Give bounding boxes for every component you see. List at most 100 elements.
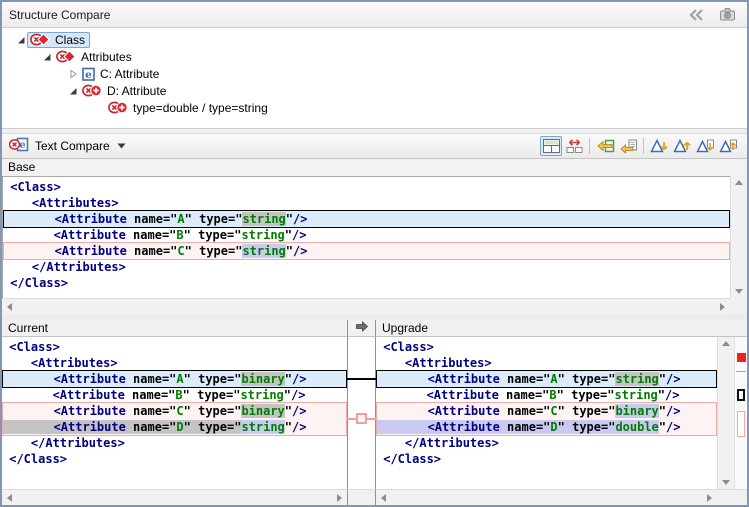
previous-difference-icon[interactable]	[671, 136, 693, 156]
tree-item-label: D: Attribute	[107, 84, 166, 98]
upgrade-editor[interactable]: <Class> <Attributes> <Attribute name="A"…	[376, 337, 717, 489]
scroll-left-arrow-icon[interactable]	[7, 303, 12, 311]
current-pane-label: Current	[8, 321, 48, 335]
text-compare-title: Text Compare	[35, 139, 110, 153]
code-line: <Class>	[2, 339, 347, 355]
code-line: </Attributes>	[2, 435, 347, 451]
diff-change-block: <Attribute name="C" type="binary"/> <Att…	[376, 402, 717, 436]
expander-icon[interactable]	[66, 69, 79, 79]
structure-compare-tree: Class Attributes e C: Attribute D: Attribute…	[2, 28, 747, 128]
code-line: <Attribute name="B" type="string"/>	[2, 387, 347, 403]
tree-indent	[2, 90, 66, 91]
code-line: <Attribute name="A" type="string"/>	[3, 210, 730, 228]
expander-icon[interactable]	[40, 52, 53, 62]
current-editor[interactable]: <Class> <Attributes> <Attribute name="A"…	[2, 337, 347, 489]
structure-compare-toolbar	[685, 5, 740, 25]
scroll-right-arrow-icon[interactable]	[337, 494, 342, 502]
code-line: <Attribute name="D" type="double"/>	[377, 419, 716, 435]
text-compare-toolbar: e Text Compare	[2, 133, 747, 159]
tree-item-content: e C: Attribute	[79, 66, 164, 82]
next-difference-icon[interactable]	[648, 136, 670, 156]
upgrade-horizontal-scrollbar[interactable]	[376, 489, 717, 505]
tree-item[interactable]: e C: Attribute	[2, 65, 747, 82]
tree-indent	[2, 39, 14, 40]
scroll-right-arrow-icon[interactable]	[720, 303, 725, 311]
structure-compare-title: Structure Compare	[9, 8, 110, 22]
copy-current-right-to-left-icon[interactable]	[617, 136, 639, 156]
tree-item[interactable]: Class	[2, 31, 747, 48]
code-line: <Attribute name="B" type="string"/>	[376, 387, 717, 403]
scroll-down-arrow-icon[interactable]	[735, 289, 743, 294]
expander-icon[interactable]	[66, 86, 79, 96]
scroll-left-arrow-icon[interactable]	[381, 494, 386, 502]
element-icon: e	[82, 67, 95, 81]
tree-item-label: C: Attribute	[100, 67, 159, 81]
scroll-down-arrow-icon[interactable]	[722, 480, 730, 485]
tree-item[interactable]: type=double / type=string	[2, 99, 747, 116]
current-horizontal-scrollbar[interactable]	[2, 489, 347, 505]
change-diff-handle[interactable]	[356, 413, 367, 424]
previous-change-icon[interactable]	[717, 136, 739, 156]
code-line: <Attribute name="D" type="string"/>	[3, 419, 346, 435]
scroll-up-arrow-icon[interactable]	[722, 341, 730, 346]
upgrade-vertical-scrollbar[interactable]	[717, 337, 734, 489]
overview-marker-conflict[interactable]	[737, 353, 746, 362]
code-line: <Attributes>	[2, 355, 347, 371]
tree-item[interactable]: D: Attribute	[2, 82, 747, 99]
tree-item-label: type=double / type=string	[133, 101, 268, 115]
tree-indent	[2, 73, 66, 74]
collapse-chevrons-icon[interactable]	[685, 5, 707, 25]
conflict-add-icon	[82, 84, 102, 97]
code-line: </Class>	[376, 451, 717, 467]
code-line: <Class>	[3, 179, 730, 195]
diff-connector-gutter	[347, 337, 376, 489]
code-line: <Attribute name="A" type="binary"/>	[2, 370, 347, 388]
scroll-up-arrow-icon[interactable]	[735, 180, 743, 185]
expander-icon[interactable]	[14, 35, 27, 45]
base-horizontal-scrollbar[interactable]	[2, 298, 730, 314]
code-line: <Attributes>	[3, 195, 730, 211]
direction-arrow-icon	[355, 320, 369, 336]
mirror-panes-icon[interactable]	[563, 136, 585, 156]
selected-diff-connector	[347, 378, 376, 380]
tree-item-label: Attributes	[81, 50, 132, 64]
scroll-left-arrow-icon[interactable]	[7, 494, 12, 502]
code-line: </Attributes>	[376, 435, 717, 451]
next-change-icon[interactable]	[694, 136, 716, 156]
tree-item-content: Attributes	[53, 49, 137, 65]
scroll-right-arrow-icon[interactable]	[707, 494, 712, 502]
upgrade-pane-header: Upgrade	[376, 320, 747, 337]
code-line: <Attributes>	[376, 355, 717, 371]
compare-editor-window: Structure Compare Class Attributes e C: Att…	[0, 0, 749, 507]
tree-indent	[2, 56, 40, 57]
svg-text:e: e	[85, 68, 92, 80]
side-by-side-compare: Current Upgrade <Class> <Attributes> <At…	[2, 320, 747, 505]
code-line: <Attribute name="C" type="string"/>	[3, 242, 730, 260]
tree-item-content: type=double / type=string	[105, 100, 273, 116]
toolbar-separator	[589, 138, 590, 154]
tree-item[interactable]: Attributes	[2, 48, 747, 65]
diff-change-block: <Attribute name="C" type="binary"/> <Att…	[2, 402, 347, 436]
overview-marker-change[interactable]	[737, 411, 745, 437]
toolbar-separator	[643, 138, 644, 154]
base-vertical-scrollbar[interactable]	[730, 176, 747, 298]
camera-icon[interactable]	[716, 5, 738, 25]
overview-marker-selected-diff[interactable]	[737, 389, 745, 401]
upgrade-pane-label: Upgrade	[382, 321, 428, 335]
structure-compare-header: Structure Compare	[2, 2, 747, 28]
chevron-down-icon[interactable]	[117, 143, 126, 149]
code-line: <Attribute name="A" type="string"/>	[376, 370, 717, 388]
ancestor-pane-icon[interactable]	[540, 136, 562, 156]
copy-all-right-to-left-icon[interactable]	[594, 136, 616, 156]
tree-indent	[2, 107, 92, 108]
svg-text:e: e	[19, 140, 25, 151]
gutter-footer	[347, 489, 376, 505]
gutter-header	[347, 320, 376, 337]
tree-item-content: Class	[27, 32, 90, 48]
conflict-icon	[56, 50, 76, 63]
tree-item-content: D: Attribute	[79, 83, 171, 99]
base-editor[interactable]: <Class> <Attributes> <Attribute name="A"…	[2, 176, 730, 298]
scrollbar-corner	[730, 298, 747, 314]
overview-ruler-divider	[736, 371, 746, 372]
overview-ruler[interactable]	[734, 337, 747, 489]
